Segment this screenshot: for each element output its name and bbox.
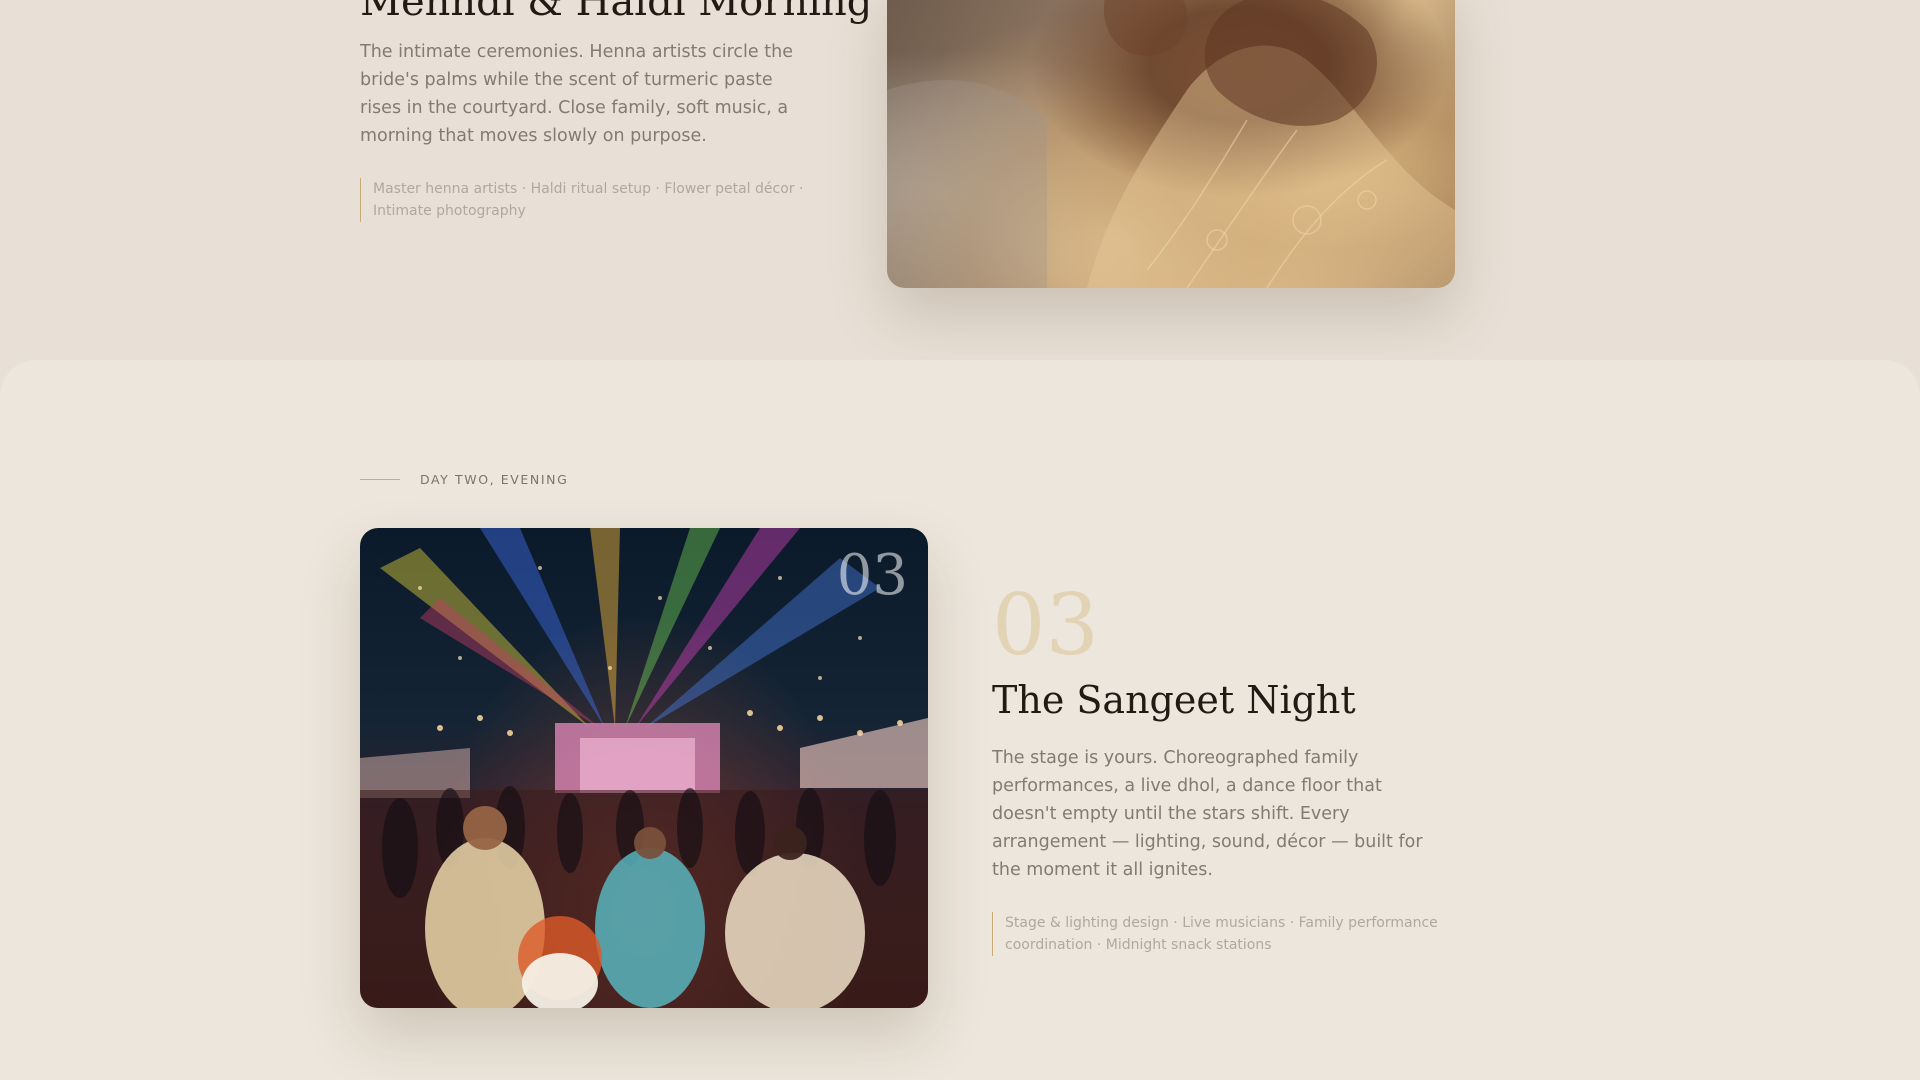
sangeet-description: The stage is yours. Choreographed family… [992, 748, 1423, 880]
mehndi-title: Mehndi & Haldi Morning [360, 0, 873, 25]
sangeet-night-photo: 03 [360, 528, 928, 1008]
page: Mehndi & Haldi Morning The intimate cere… [0, 0, 1920, 1080]
photo-number-overlay: 03 [836, 543, 908, 608]
sangeet-details: Stage & lighting design · Live musicians… [992, 912, 1455, 956]
mehndi-details: Master henna artists · Haldi ritual setu… [360, 178, 818, 222]
section-number: 03 [992, 576, 1099, 674]
eyebrow-divider [360, 479, 400, 480]
section-eyebrow: DAY TWO, EVENING [360, 472, 568, 487]
mehndi-description: The intimate ceremonies. Henna artists c… [360, 42, 793, 146]
mehndi-henna-photo [887, 0, 1455, 288]
sangeet-section: DAY TWO, EVENING 03 03 The Sangeet Night… [0, 360, 1920, 1080]
sangeet-title: The Sangeet Night [992, 678, 1356, 722]
henna-hands-illustration [887, 0, 1455, 288]
eyebrow-label: DAY TWO, EVENING [420, 472, 569, 487]
mehndi-section: Mehndi & Haldi Morning The intimate cere… [0, 0, 1920, 360]
